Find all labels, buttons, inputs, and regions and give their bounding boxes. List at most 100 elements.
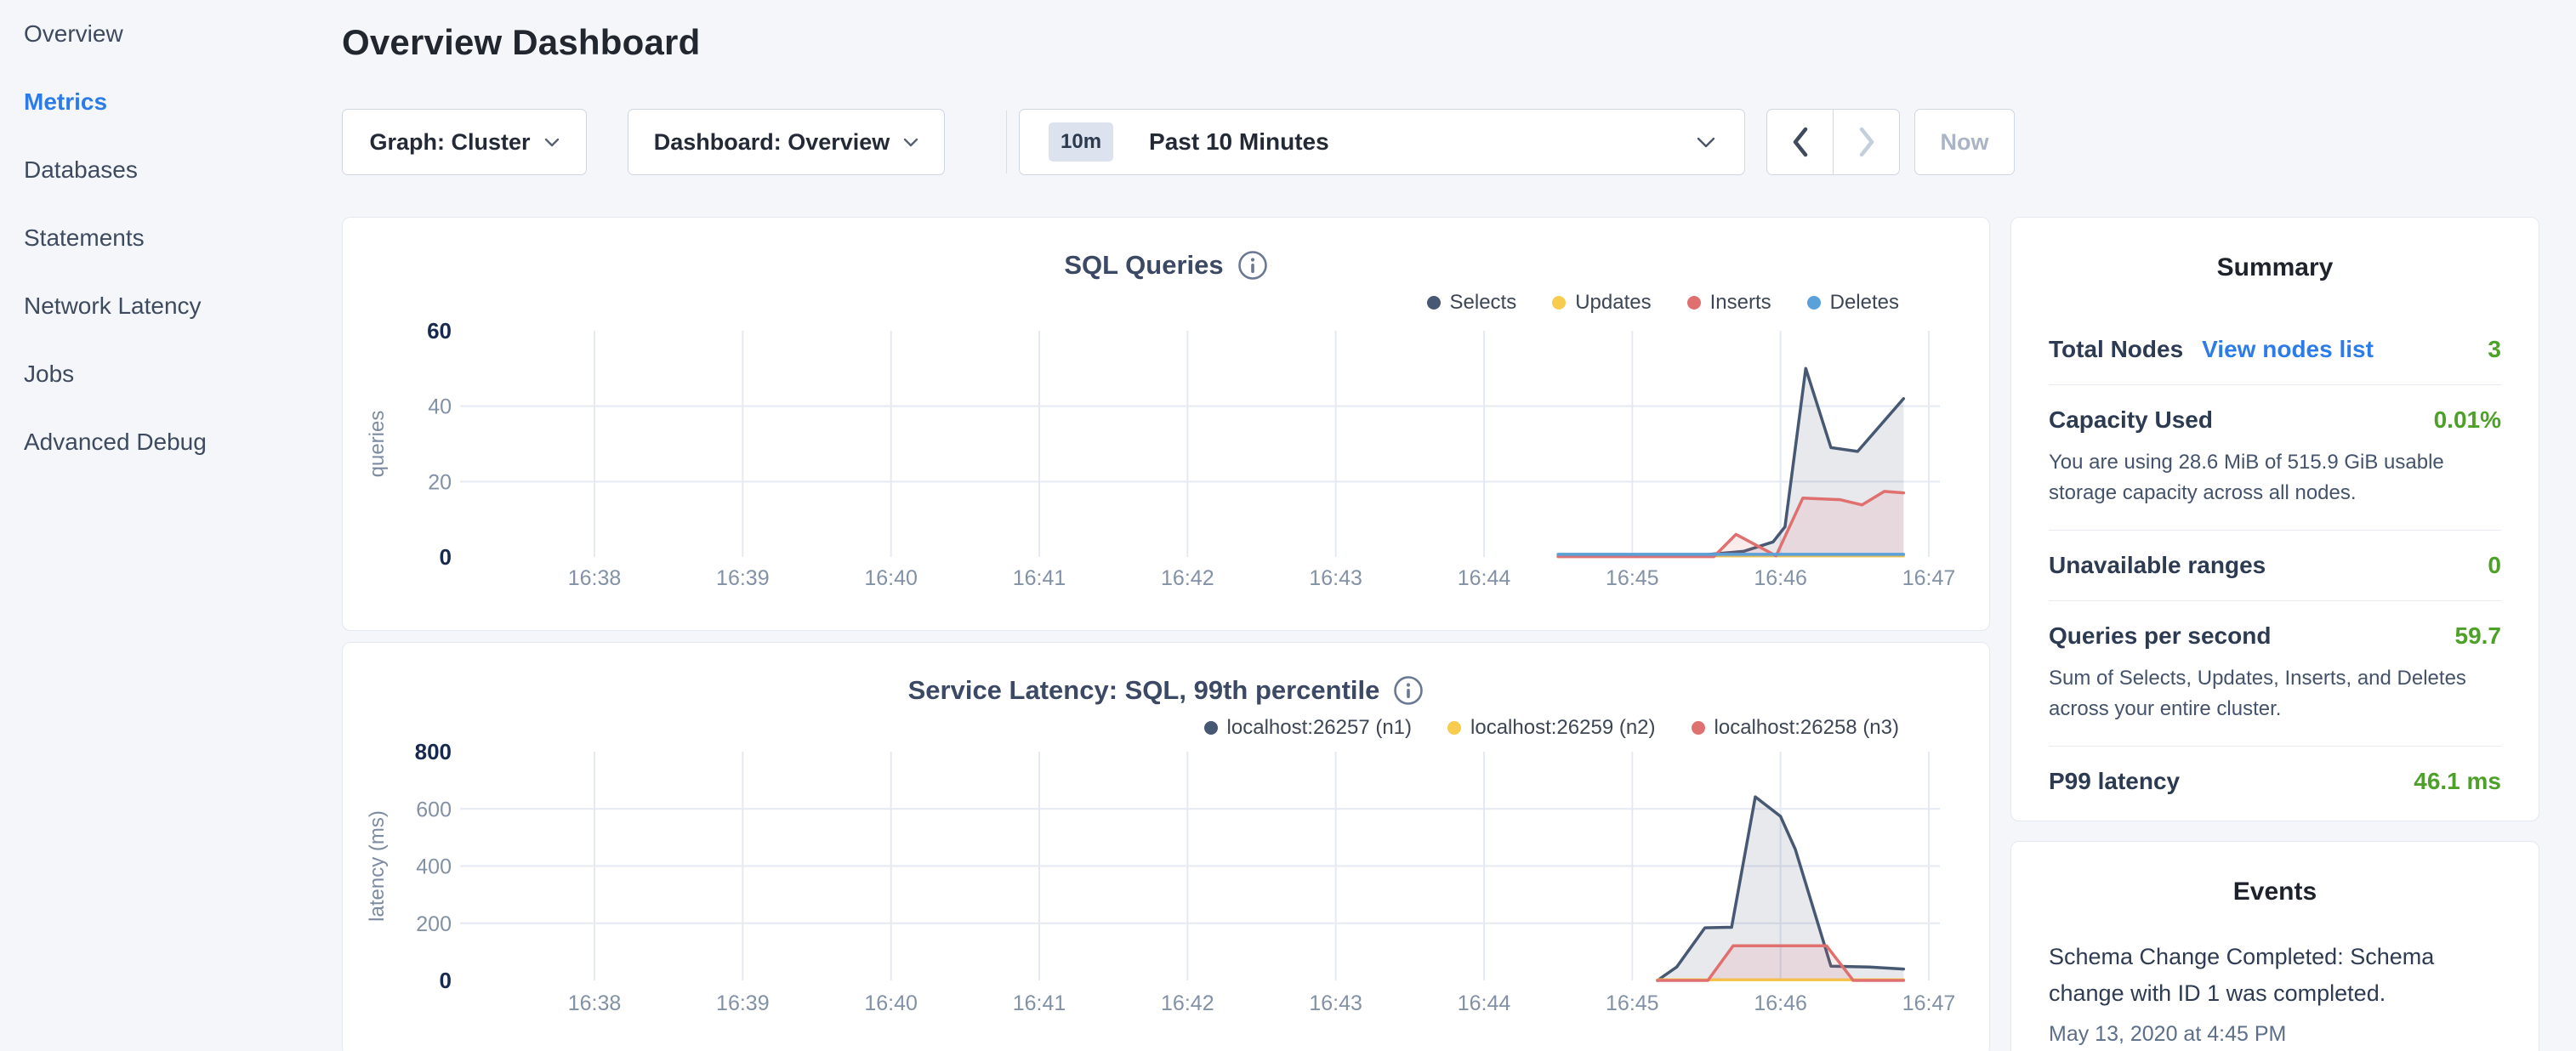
summary-value: 46.1 ms <box>2414 768 2501 795</box>
chart-title-text: SQL Queries <box>1064 250 1223 281</box>
svg-text:16:44: 16:44 <box>1458 991 1511 1015</box>
svg-text:60: 60 <box>427 318 452 344</box>
chart-card-service-latency: Service Latency: SQL, 99th percentile lo… <box>342 642 1990 1051</box>
chevron-down-icon <box>903 138 918 147</box>
next-time-button[interactable] <box>1833 109 1900 175</box>
summary-row: Capacity Used 0.01% You are using 28.6 MiB… <box>2049 385 2501 531</box>
summary-panel: Summary Total Nodes View nodes list 3 Capac… <box>2010 217 2539 821</box>
summary-row-head: P99 latency 46.1 ms <box>2049 768 2501 795</box>
svg-text:16:39: 16:39 <box>716 566 770 590</box>
sidebar-item-statements[interactable]: Statements <box>0 204 340 272</box>
chevron-down-icon <box>544 138 560 147</box>
sidebar-item-jobs[interactable]: Jobs <box>0 340 340 408</box>
legend-dot <box>1807 296 1821 310</box>
summary-link[interactable]: View nodes list <box>2202 336 2374 363</box>
events-title: Events <box>2011 878 2539 906</box>
svg-text:16:42: 16:42 <box>1161 991 1214 1015</box>
summary-rows: Total Nodes View nodes list 3 Capacity Used… <box>2011 315 2539 816</box>
svg-text:16:38: 16:38 <box>568 566 622 590</box>
svg-text:16:43: 16:43 <box>1309 566 1362 590</box>
svg-text:16:45: 16:45 <box>1606 991 1659 1015</box>
summary-row-head: Total Nodes View nodes list 3 <box>2049 336 2501 363</box>
legend-dot <box>1687 296 1701 310</box>
legend-dot <box>1552 296 1566 310</box>
svg-text:400: 400 <box>416 855 452 879</box>
chart-title: SQL Queries <box>343 250 1989 281</box>
svg-text:40: 40 <box>428 395 452 419</box>
info-icon[interactable] <box>1393 675 1424 706</box>
summary-row: Queries per second59.7 Sum of Selects, Up… <box>2049 601 2501 747</box>
svg-text:0: 0 <box>440 968 452 993</box>
time-range-badge: 10m <box>1049 122 1113 162</box>
summary-row: Total Nodes View nodes list 3 <box>2049 315 2501 385</box>
svg-text:16:44: 16:44 <box>1458 566 1511 590</box>
svg-text:800: 800 <box>415 739 452 764</box>
svg-text:16:40: 16:40 <box>864 991 918 1015</box>
dashboard-dropdown-label: Dashboard: Overview <box>654 129 890 156</box>
now-button[interactable]: Now <box>1914 109 2015 175</box>
legend-dot <box>1427 296 1441 310</box>
summary-row-head: Capacity Used 0.01% <box>2049 406 2501 434</box>
svg-text:16:42: 16:42 <box>1161 566 1214 590</box>
summary-value: 0.01% <box>2434 406 2501 434</box>
sidebar: OverviewMetricsDatabasesStatementsNetwor… <box>0 0 340 1051</box>
svg-text:16:46: 16:46 <box>1754 991 1807 1015</box>
svg-text:600: 600 <box>416 798 452 821</box>
event-timestamp: May 13, 2020 at 4:45 PM <box>2049 1022 2501 1047</box>
summary-label: Unavailable ranges <box>2049 552 2266 579</box>
controls-divider <box>1006 111 1007 173</box>
summary-label: Total Nodes <box>2049 336 2183 363</box>
summary-row-head: Queries per second59.7 <box>2049 622 2501 650</box>
svg-text:16:39: 16:39 <box>716 991 770 1015</box>
svg-text:16:38: 16:38 <box>568 991 622 1015</box>
svg-text:200: 200 <box>416 912 452 936</box>
summary-row-head: Unavailable ranges 0 <box>2049 552 2501 579</box>
svg-text:16:47: 16:47 <box>1902 566 1956 590</box>
event-item: Schema Change Completed: Schema change w… <box>2049 939 2501 1047</box>
dashboard-dropdown[interactable]: Dashboard: Overview <box>628 109 945 175</box>
graph-dropdown-label: Graph: Cluster <box>369 129 530 156</box>
svg-text:16:41: 16:41 <box>1013 566 1066 590</box>
info-icon[interactable] <box>1237 250 1268 281</box>
chevron-left-icon <box>1786 124 1815 160</box>
summary-title: Summary <box>2011 253 2539 282</box>
time-range-selector[interactable]: 10m Past 10 Minutes <box>1019 109 1745 175</box>
summary-desc: You are using 28.6 MiB of 515.9 GiB usab… <box>2049 447 2501 508</box>
chart-card-sql-queries: SQL Queries SelectsUpdatesInsertsDeletes… <box>342 217 1990 631</box>
page-title: Overview Dashboard <box>342 22 700 63</box>
now-button-label: Now <box>1941 129 1989 156</box>
chart-plot-area[interactable]: 16:3816:3916:4016:4116:4216:4316:4416:45… <box>343 736 1990 1051</box>
svg-text:20: 20 <box>428 470 452 494</box>
events-panel: Events Schema Change Completed: Schema c… <box>2010 841 2539 1051</box>
event-message: Schema Change Completed: Schema change w… <box>2049 939 2501 1012</box>
prev-time-button[interactable] <box>1766 109 1834 175</box>
chart-title: Service Latency: SQL, 99th percentile <box>343 675 1989 706</box>
legend-dot <box>1447 721 1461 735</box>
graph-dropdown[interactable]: Graph: Cluster <box>342 109 587 175</box>
chevron-down-icon <box>1697 137 1715 148</box>
summary-row: P99 latency 46.1 ms <box>2049 747 2501 816</box>
summary-desc: Sum of Selects, Updates, Inserts, and De… <box>2049 663 2501 724</box>
sidebar-item-overview[interactable]: Overview <box>0 0 340 68</box>
svg-text:16:46: 16:46 <box>1754 566 1807 590</box>
summary-row: Unavailable ranges 0 <box>2049 531 2501 601</box>
events-list: Schema Change Completed: Schema change w… <box>2011 939 2539 1047</box>
svg-text:16:40: 16:40 <box>864 566 918 590</box>
chart-title-text: Service Latency: SQL, 99th percentile <box>908 675 1380 706</box>
sidebar-item-advanced-debug[interactable]: Advanced Debug <box>0 408 340 476</box>
summary-label: Queries per second <box>2049 622 2271 650</box>
summary-value: 0 <box>2488 552 2501 579</box>
time-range-label: Past 10 Minutes <box>1149 128 1683 156</box>
sidebar-item-metrics[interactable]: Metrics <box>0 68 340 136</box>
chart-plot-area[interactable]: 16:38 16:39 16:40 16:41 16:42 16:43 16:44 16:45… <box>343 311 1990 630</box>
svg-text:16:41: 16:41 <box>1013 991 1066 1015</box>
summary-label: P99 latency <box>2049 768 2180 795</box>
svg-text:16:45: 16:45 <box>1606 566 1659 590</box>
svg-text:16:47: 16:47 <box>1902 991 1956 1015</box>
svg-text:queries: queries <box>366 411 389 478</box>
svg-text:0: 0 <box>440 544 452 570</box>
sidebar-item-databases[interactable]: Databases <box>0 136 340 204</box>
sidebar-item-network-latency[interactable]: Network Latency <box>0 272 340 340</box>
summary-value: 3 <box>2488 336 2501 363</box>
summary-label: Capacity Used <box>2049 406 2213 434</box>
